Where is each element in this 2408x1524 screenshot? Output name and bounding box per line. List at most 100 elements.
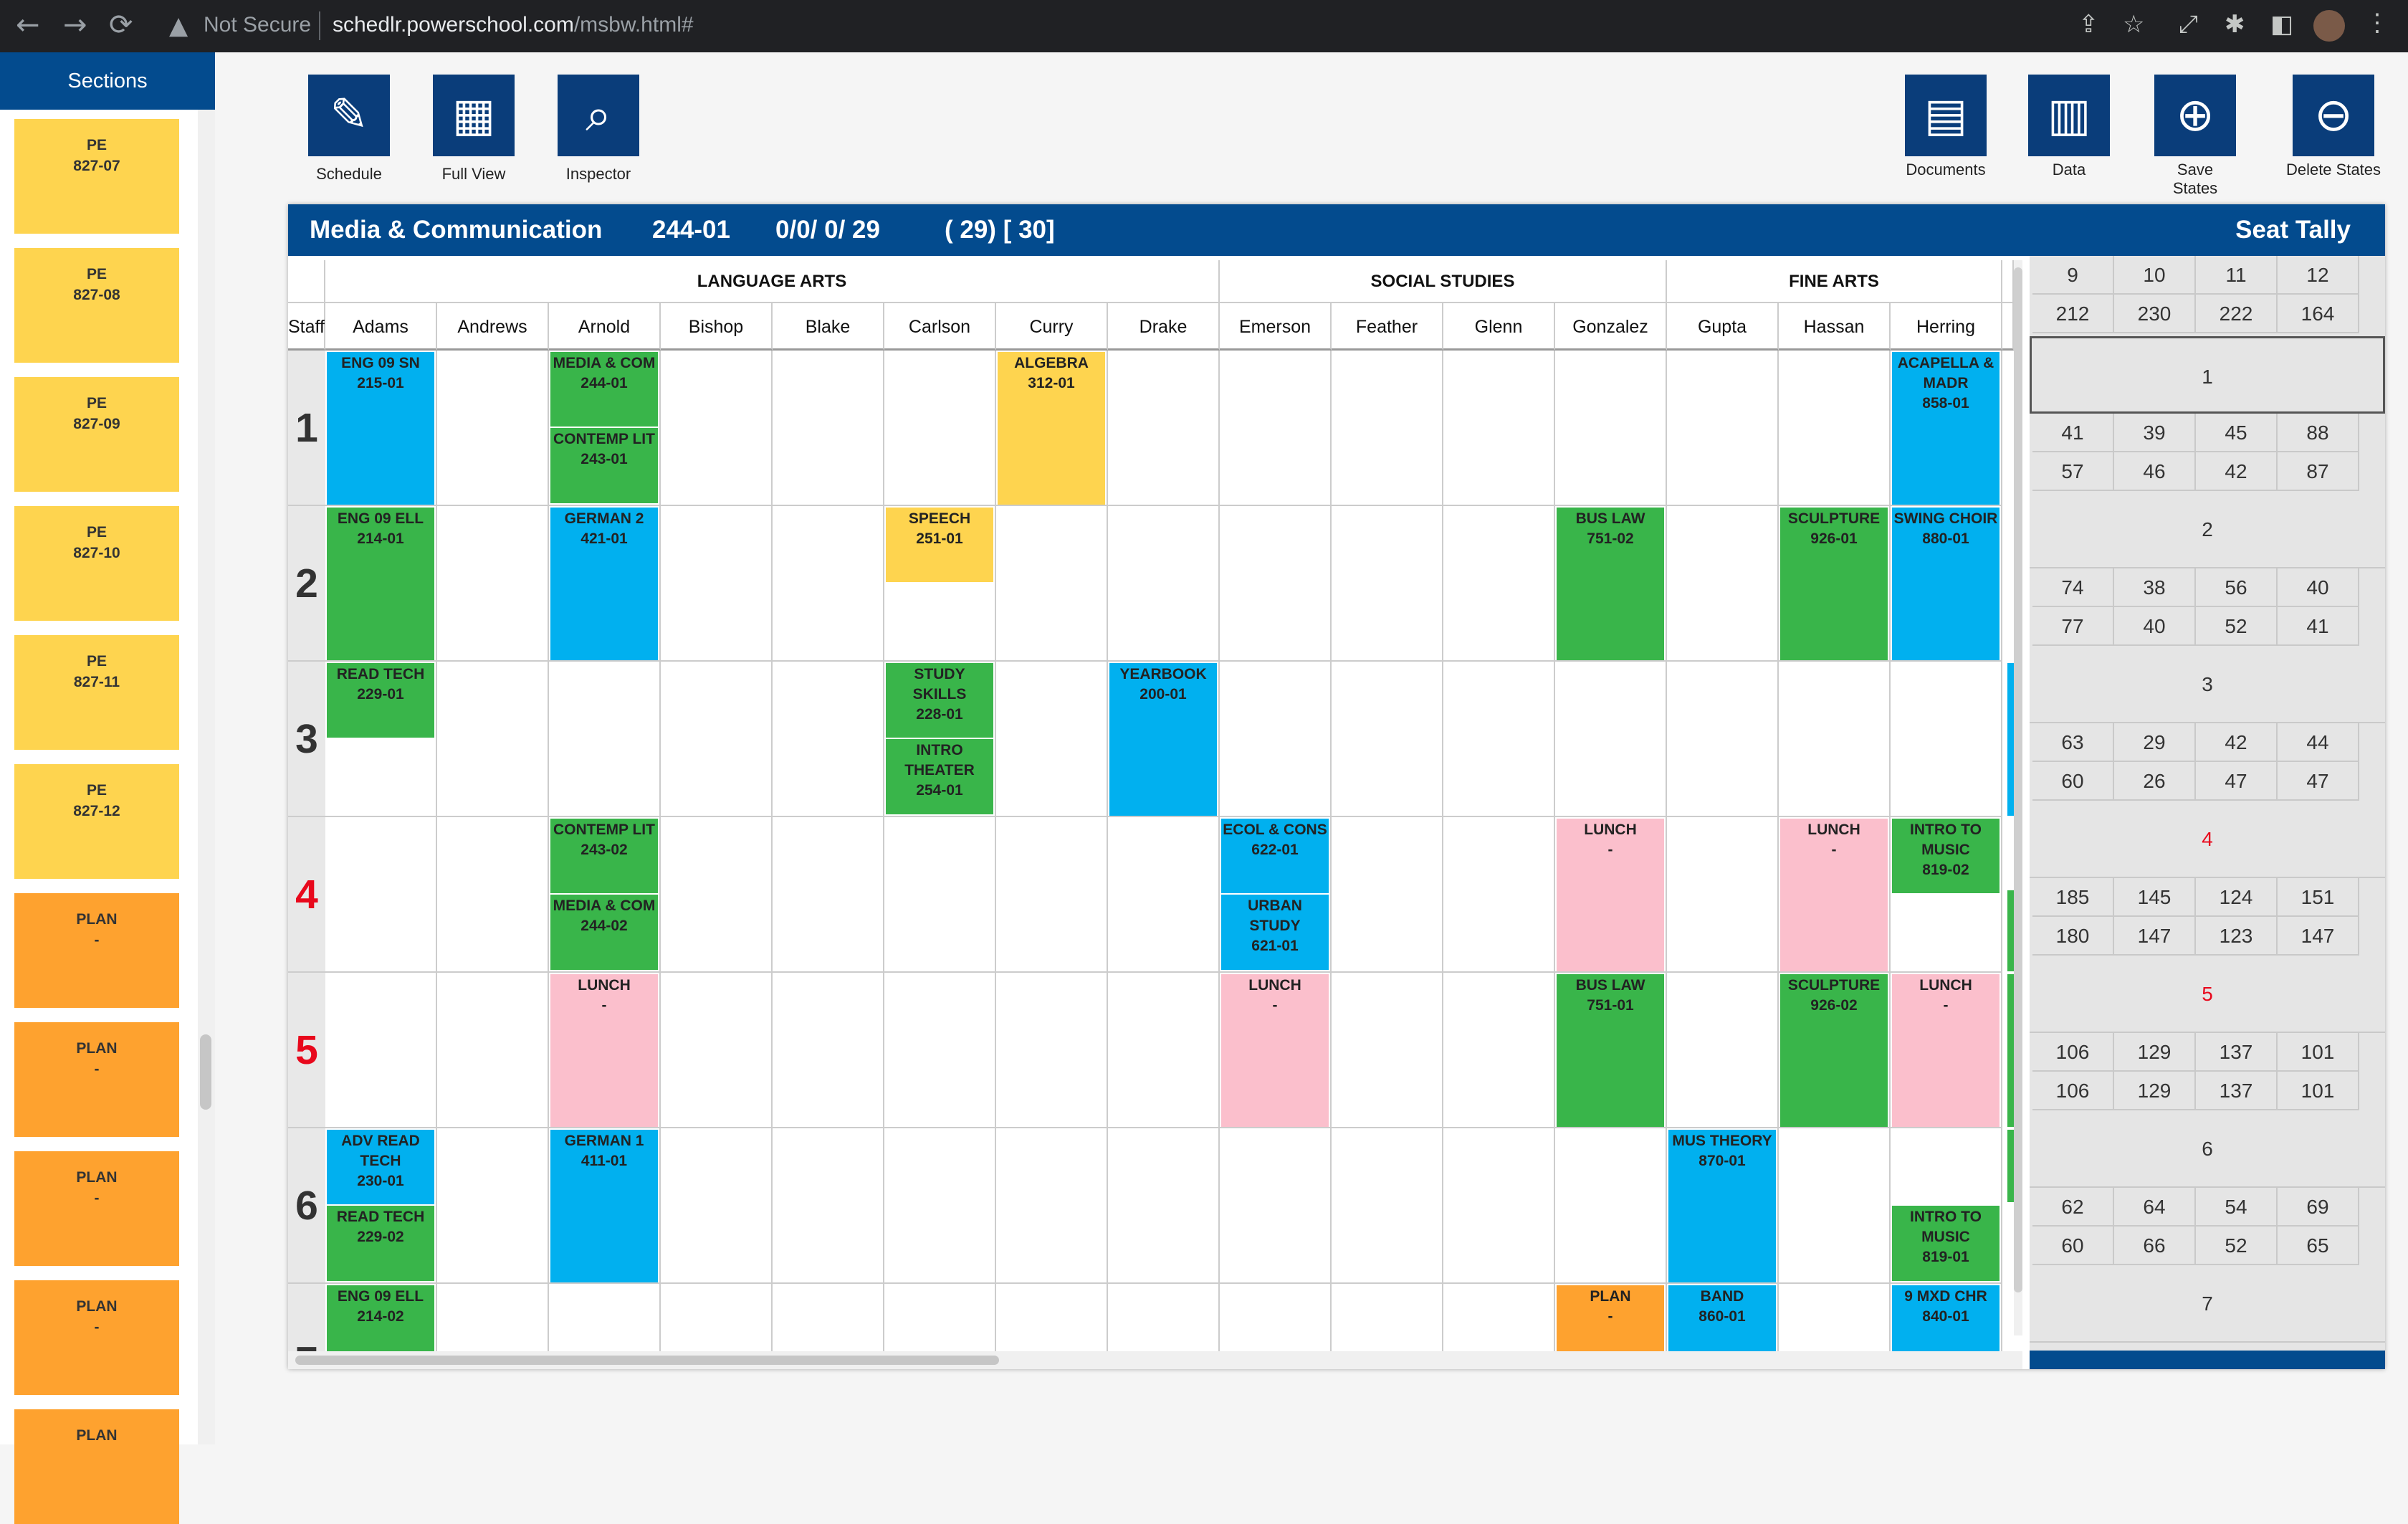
security-status[interactable]: Not Secure (204, 13, 311, 37)
teacher-column-header[interactable]: Bishop (661, 303, 773, 351)
schedule-cell[interactable] (549, 662, 661, 817)
warning-icon[interactable]: ▲ (169, 11, 188, 40)
course-block[interactable]: SPEECH 251-01 (886, 508, 993, 582)
teacher-column-header[interactable]: Blake (773, 303, 884, 351)
schedule-cell[interactable] (773, 1128, 884, 1284)
profile-avatar[interactable] (2313, 10, 2345, 42)
schedule-cell[interactable] (996, 817, 1108, 973)
schedule-cell[interactable] (1443, 662, 1555, 817)
schedule-cell[interactable] (1332, 973, 1443, 1128)
teacher-column-header[interactable]: Feather (1332, 303, 1443, 351)
extensions-icon[interactable]: ✱ (2225, 10, 2245, 39)
schedule-cell[interactable] (1220, 1128, 1332, 1284)
schedule-cell[interactable] (773, 506, 884, 662)
schedule-cell[interactable] (1443, 351, 1555, 506)
tally-period-label[interactable]: 4 (2030, 801, 2385, 878)
section-card[interactable]: PLAN (14, 1409, 179, 1524)
browser-menu-icon[interactable]: ⋮ (2365, 9, 2389, 37)
course-block[interactable]: MEDIA & COM 244-02 (550, 895, 658, 970)
teacher-column-header[interactable]: Curry (996, 303, 1108, 351)
course-block[interactable]: LUNCH - (1892, 974, 2000, 1127)
course-block[interactable]: SWING CHOIR 880-01 (1892, 508, 2000, 660)
grid-horizontal-scrollbar[interactable] (288, 1351, 2022, 1369)
schedule-cell[interactable] (1667, 973, 1779, 1128)
schedule-cell[interactable] (1108, 506, 1220, 662)
schedule-cell[interactable] (1332, 351, 1443, 506)
course-block[interactable]: BUS LAW 751-02 (1557, 508, 1664, 660)
section-card[interactable]: PE 827-10 (14, 506, 179, 621)
schedule-cell[interactable] (1667, 506, 1779, 662)
grid-vertical-scroll-thumb[interactable] (2014, 267, 2022, 1292)
schedule-cell[interactable] (773, 351, 884, 506)
course-block[interactable]: SCULPTURE 926-02 (1780, 974, 1888, 1127)
inspector-tool[interactable]: ⌕ Inspector (558, 75, 639, 184)
schedule-cell[interactable] (1108, 351, 1220, 506)
schedule-cell[interactable] (1220, 506, 1332, 662)
teacher-column-header[interactable]: Drake (1108, 303, 1220, 351)
teacher-column-header[interactable]: Andrews (437, 303, 549, 351)
schedule-cell[interactable] (773, 662, 884, 817)
schedule-cell[interactable] (1667, 662, 1779, 817)
schedule-cell[interactable] (1443, 1128, 1555, 1284)
schedule-cell[interactable] (661, 662, 773, 817)
schedule-cell[interactable] (1891, 662, 2002, 817)
course-block[interactable]: GERMAN 2 421-01 (550, 508, 658, 660)
schedule-cell[interactable] (996, 973, 1108, 1128)
schedule-cell[interactable] (1108, 1128, 1220, 1284)
bookmark-star-icon[interactable]: ☆ (2123, 10, 2144, 39)
teacher-column-header[interactable]: Hassan (1779, 303, 1891, 351)
schedule-cell[interactable] (773, 817, 884, 973)
course-block[interactable]: LUNCH - (1557, 819, 1664, 971)
tally-period-label[interactable]: 3 (2030, 646, 2385, 723)
schedule-cell[interactable] (1779, 1128, 1891, 1284)
schedule-cell[interactable] (1667, 817, 1779, 973)
schedule-cell[interactable] (1332, 506, 1443, 662)
teacher-column-header[interactable]: Arnold (549, 303, 661, 351)
schedule-cell[interactable] (1332, 662, 1443, 817)
section-card[interactable]: PE 827-12 (14, 764, 179, 879)
schedule-cell[interactable] (1555, 351, 1667, 506)
section-card[interactable]: PLAN - (14, 893, 179, 1008)
schedule-cell[interactable] (437, 1128, 549, 1284)
schedule-cell[interactable] (661, 973, 773, 1128)
schedule-cell[interactable] (437, 973, 549, 1128)
course-block[interactable]: URBAN STUDY 621-01 (1221, 895, 1329, 970)
tally-period-label[interactable]: 2 (2030, 491, 2385, 568)
course-block[interactable]: ALGEBRA 312-01 (998, 352, 1105, 505)
course-block[interactable]: LUNCH - (1221, 974, 1329, 1127)
course-block[interactable]: YEARBOOK 200-01 (1109, 663, 1217, 816)
schedule-cell[interactable] (1108, 973, 1220, 1128)
schedule-cell[interactable] (437, 351, 549, 506)
schedule-cell[interactable] (884, 351, 996, 506)
teacher-column-header[interactable]: Gonzalez (1555, 303, 1667, 351)
course-block[interactable]: ACAPELLA & MADR 858-01 (1892, 352, 2000, 505)
save-states-tool[interactable]: ⊕ Save States (2154, 75, 2236, 198)
full-view-tool[interactable]: ▦ Full View (433, 75, 515, 184)
schedule-cell[interactable] (661, 351, 773, 506)
course-block[interactable]: STUDY SKILLS 228-01 (886, 663, 993, 738)
schedule-cell[interactable] (996, 506, 1108, 662)
schedule-cell[interactable] (437, 506, 549, 662)
course-block[interactable]: INTRO TO MUSIC 819-01 (1892, 1206, 2000, 1281)
schedule-cell[interactable] (325, 817, 437, 973)
teacher-column-header[interactable]: Glenn (1443, 303, 1555, 351)
share-icon[interactable]: ⇪ (2078, 10, 2099, 39)
data-tool[interactable]: ▥ Data (2028, 75, 2110, 179)
course-block[interactable]: ENG 09 SN 215-01 (327, 352, 434, 505)
tally-period-label[interactable]: 7 (2030, 1265, 2385, 1343)
section-card[interactable]: PE 827-09 (14, 377, 179, 492)
teacher-column-header[interactable]: Herring (1891, 303, 2002, 351)
schedule-cell[interactable] (1220, 351, 1332, 506)
course-block[interactable]: SCULPTURE 926-01 (1780, 508, 1888, 660)
schedule-cell[interactable] (1555, 662, 1667, 817)
grid-vertical-scrollbar[interactable] (2014, 260, 2022, 1335)
schedule-cell[interactable] (661, 1128, 773, 1284)
side-panel-icon[interactable]: ◧ (2270, 10, 2293, 39)
schedule-tool[interactable]: ✎ Schedule (308, 75, 390, 184)
course-block[interactable]: READ TECH 229-01 (327, 663, 434, 738)
delete-states-tool[interactable]: ⊖ Delete States (2276, 75, 2391, 179)
schedule-cell[interactable] (661, 817, 773, 973)
back-arrow-icon[interactable]: ← (16, 9, 40, 42)
schedule-cell[interactable] (1332, 1128, 1443, 1284)
course-block[interactable]: CONTEMP LIT 243-02 (550, 819, 658, 893)
